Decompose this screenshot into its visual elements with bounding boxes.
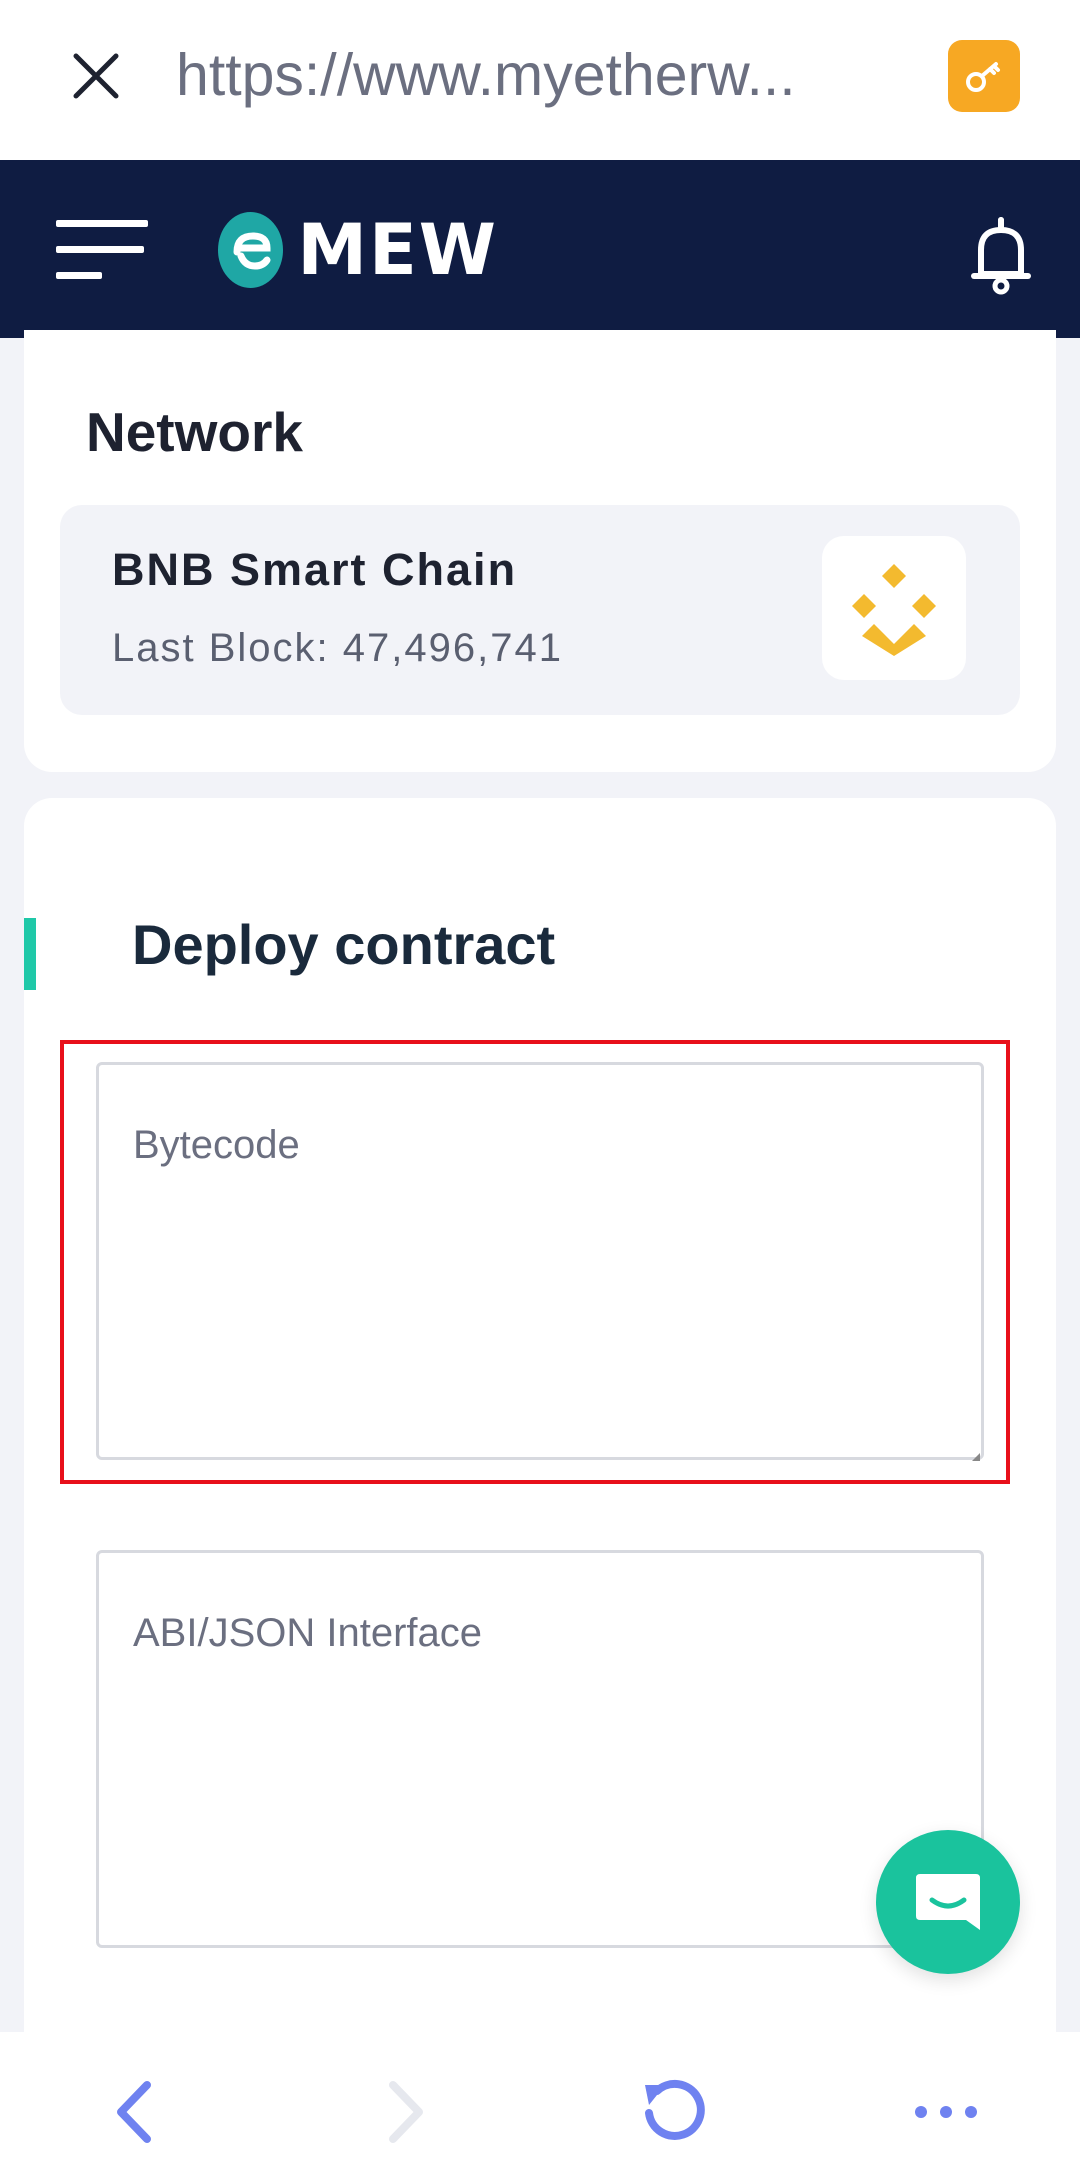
network-title: Network — [86, 401, 303, 463]
deploy-contract-title: Deploy contract — [132, 913, 556, 976]
bytecode-input[interactable] — [96, 1062, 984, 1460]
more-dots-icon[interactable] — [906, 2072, 986, 2152]
reload-icon[interactable] — [634, 2072, 714, 2152]
chevron-right-icon[interactable] — [366, 2072, 446, 2152]
bell-icon[interactable] — [968, 216, 1034, 296]
network-last-block: Last Block: 47,496,741 — [112, 626, 563, 670]
key-icon[interactable] — [948, 40, 1020, 112]
network-name: BNB Smart Chain — [112, 544, 518, 595]
browser-url-bar: https://www.myetherw... — [0, 0, 1080, 160]
section-accent-bar — [24, 918, 36, 990]
mew-logo[interactable]: MEW — [218, 209, 498, 291]
browser-bottom-nav — [0, 2032, 1080, 2176]
brand-name: MEW — [297, 209, 498, 291]
mew-logo-icon — [218, 212, 284, 288]
chat-icon[interactable] — [876, 1830, 1020, 1974]
resize-grip-icon[interactable] — [972, 1448, 980, 1461]
abi-json-input[interactable] — [96, 1550, 984, 1948]
close-icon[interactable] — [70, 50, 122, 102]
chevron-left-icon[interactable] — [94, 2072, 174, 2152]
app-header: MEW — [0, 160, 1080, 338]
bnb-icon — [822, 536, 966, 680]
hamburger-menu-icon[interactable] — [56, 218, 148, 282]
url-text[interactable]: https://www.myetherw... — [176, 40, 856, 110]
